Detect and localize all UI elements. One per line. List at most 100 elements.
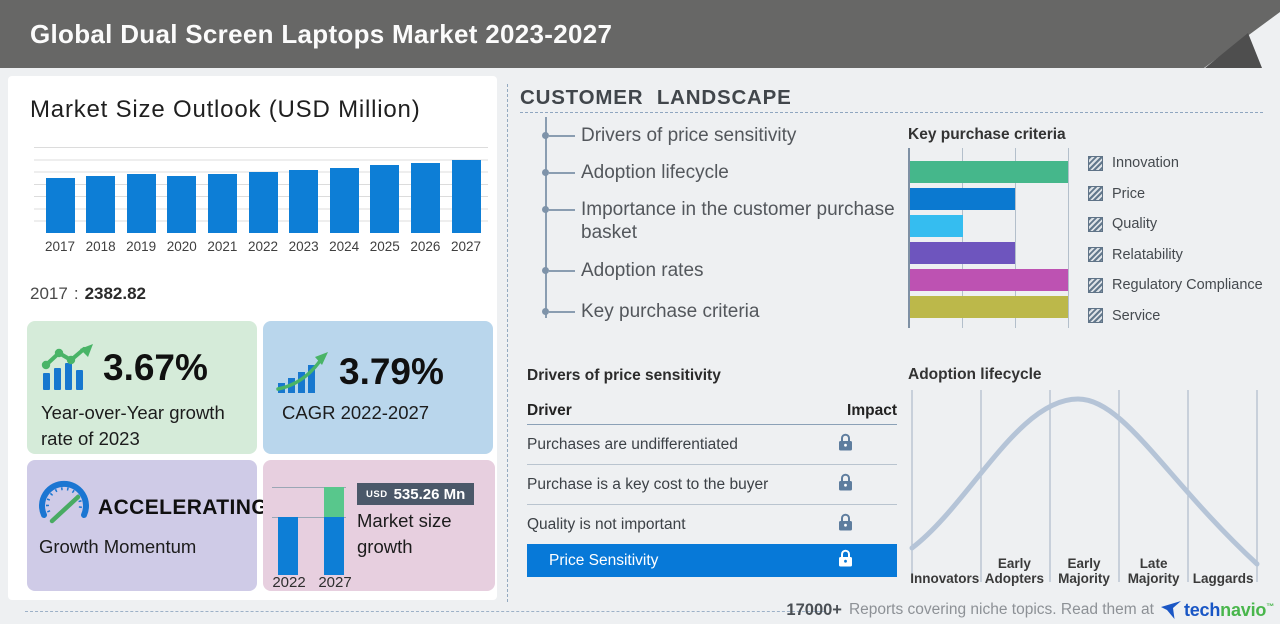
impact-cell bbox=[838, 473, 853, 497]
landscape-list-item: Key purchase criteria bbox=[581, 301, 760, 322]
growth-bar-increment bbox=[324, 487, 344, 517]
legend-swatch-icon bbox=[1088, 277, 1103, 293]
cagr-value: 3.79% bbox=[339, 351, 444, 392]
year-label: 2024 bbox=[329, 239, 360, 254]
lifecycle-stage-label: Laggards bbox=[1192, 571, 1254, 586]
legend-swatch-icon bbox=[1088, 308, 1103, 323]
market-size-bar-2024 bbox=[329, 167, 359, 233]
market-size-base-note: 2017:2382.82 bbox=[30, 284, 146, 304]
market-size-title: Market Size Outlook (USD Million) bbox=[30, 96, 421, 123]
infographic: Global Dual Screen Laptops Market 2023-2… bbox=[0, 0, 1280, 624]
technavio-logo-link[interactable]: technavio™ bbox=[1160, 600, 1274, 621]
legend-item: Price bbox=[1088, 183, 1278, 205]
key-purchase-criteria-title: Key purchase criteria bbox=[908, 126, 1066, 143]
lock-icon bbox=[838, 549, 853, 573]
list-bullet-dot bbox=[542, 308, 549, 315]
growth-label: Market size growth bbox=[357, 510, 452, 557]
growth-value: 535.26 Mn bbox=[393, 485, 466, 503]
page-fold-decoration bbox=[1204, 12, 1280, 68]
legend-swatch-icon bbox=[1088, 247, 1103, 262]
year-label: 2021 bbox=[207, 239, 238, 254]
footer-text: Reports covering niche topics. Read them… bbox=[848, 601, 1154, 618]
legend-item: Innovation bbox=[1088, 152, 1278, 174]
driver-cell: Quality is not important bbox=[527, 515, 686, 533]
year-label: 2025 bbox=[369, 239, 400, 254]
kpc-bar-Quality bbox=[910, 215, 963, 237]
impact-column-header: Impact bbox=[847, 402, 897, 419]
list-connector-line bbox=[549, 172, 575, 174]
growth-bar-base bbox=[324, 517, 344, 575]
growth-bar-base bbox=[278, 517, 298, 575]
growth-comparison-chart: 2022 2027 bbox=[272, 483, 352, 591]
market-size-bar-2022 bbox=[248, 172, 278, 233]
driver-cell: Purchase is a key cost to the buyer bbox=[527, 475, 769, 493]
lock-icon bbox=[839, 473, 852, 490]
key-purchase-criteria-chart bbox=[908, 148, 1070, 328]
bar-trend-icon bbox=[41, 344, 93, 390]
list-bullet-dot bbox=[542, 132, 549, 139]
market-size-bar-chart bbox=[34, 147, 488, 233]
price-sensitivity-title: Drivers of price sensitivity bbox=[527, 367, 721, 384]
page-title: Global Dual Screen Laptops Market 2023-2… bbox=[30, 19, 613, 49]
list-bullet-dot bbox=[542, 206, 549, 213]
market-size-bar-2018 bbox=[86, 176, 116, 233]
market-size-bar-2026 bbox=[410, 162, 440, 233]
speedometer-icon bbox=[39, 480, 89, 524]
market-size-bar-2020 bbox=[167, 176, 197, 233]
note-separator: : bbox=[73, 284, 79, 303]
list-connector-line bbox=[549, 311, 575, 313]
growth-year-label: 2027 bbox=[318, 574, 352, 591]
lifecycle-stage-label: Early Majority bbox=[1058, 556, 1110, 586]
cagr-label: CAGR 2022-2027 bbox=[282, 402, 430, 423]
growth-arrow-icon bbox=[276, 352, 328, 393]
note-year: 2017 bbox=[30, 284, 68, 303]
market-size-bar-2021 bbox=[207, 174, 237, 233]
legend-label: Relatability bbox=[1112, 246, 1183, 263]
legend-swatch-icon bbox=[1088, 186, 1103, 201]
technavio-arrow-icon bbox=[1160, 600, 1181, 619]
list-bullet-dot bbox=[542, 169, 549, 176]
legend-item: Relatability bbox=[1088, 244, 1278, 266]
market-size-bar-2027 bbox=[451, 159, 481, 233]
legend-swatch-icon bbox=[1088, 216, 1103, 232]
market-size-bar-2019 bbox=[126, 173, 156, 233]
legend-label: Price bbox=[1112, 185, 1146, 202]
impact-cell bbox=[838, 513, 853, 537]
driver-cell: Purchases are undifferentiated bbox=[527, 435, 738, 453]
lifecycle-stage-labels: Innovators Early Adopters Early Majority La… bbox=[910, 543, 1258, 586]
cagr-card: 3.79% CAGR 2022-2027 bbox=[263, 321, 493, 454]
kpc-bar-Innovation bbox=[910, 161, 1068, 183]
lifecycle-stage-label: Late Majority bbox=[1127, 556, 1180, 586]
list-connector-line bbox=[549, 270, 575, 272]
lock-icon bbox=[839, 433, 852, 450]
legend-swatch-icon bbox=[1088, 155, 1103, 171]
table-row: Purchase is a key cost to the buyer bbox=[527, 465, 897, 505]
year-label: 2018 bbox=[85, 239, 116, 254]
footer-divider bbox=[25, 611, 825, 612]
year-label: 2027 bbox=[450, 239, 482, 254]
market-size-bar-2017 bbox=[45, 177, 75, 233]
footer: 17000+ Reports covering niche topics. Re… bbox=[786, 596, 1274, 624]
legend-label: Service bbox=[1112, 307, 1161, 324]
landscape-list-item: Adoption lifecycle bbox=[581, 162, 729, 183]
note-value: 2382.82 bbox=[84, 284, 147, 303]
year-label: 2017 bbox=[44, 239, 76, 254]
lifecycle-stage-label: Early Adopters bbox=[984, 556, 1045, 586]
market-size-bar-2023 bbox=[289, 169, 319, 233]
growth-year-label: 2022 bbox=[272, 574, 306, 591]
growth-value-badge: USD 535.26 Mn bbox=[357, 483, 475, 505]
momentum-label: Growth Momentum bbox=[39, 536, 197, 557]
list-bullet-dot bbox=[542, 267, 549, 274]
currency-label: USD bbox=[366, 488, 388, 500]
list-connector-line bbox=[549, 209, 575, 211]
yoy-value: 3.67% bbox=[103, 347, 208, 388]
kpc-legend: Innovation Price Quality Relatability Regula… bbox=[1088, 152, 1278, 335]
brand-wordmark: technavio™ bbox=[1184, 600, 1274, 621]
lock-icon bbox=[839, 513, 852, 530]
reports-count: 17000+ bbox=[786, 600, 842, 619]
year-label: 2026 bbox=[410, 239, 441, 254]
legend-item: Regulatory Compliance bbox=[1088, 274, 1278, 296]
kpc-bar-Service bbox=[910, 296, 1068, 318]
legend-label: Regulatory Compliance bbox=[1112, 277, 1263, 293]
header-bar: Global Dual Screen Laptops Market 2023-2… bbox=[0, 0, 1280, 68]
